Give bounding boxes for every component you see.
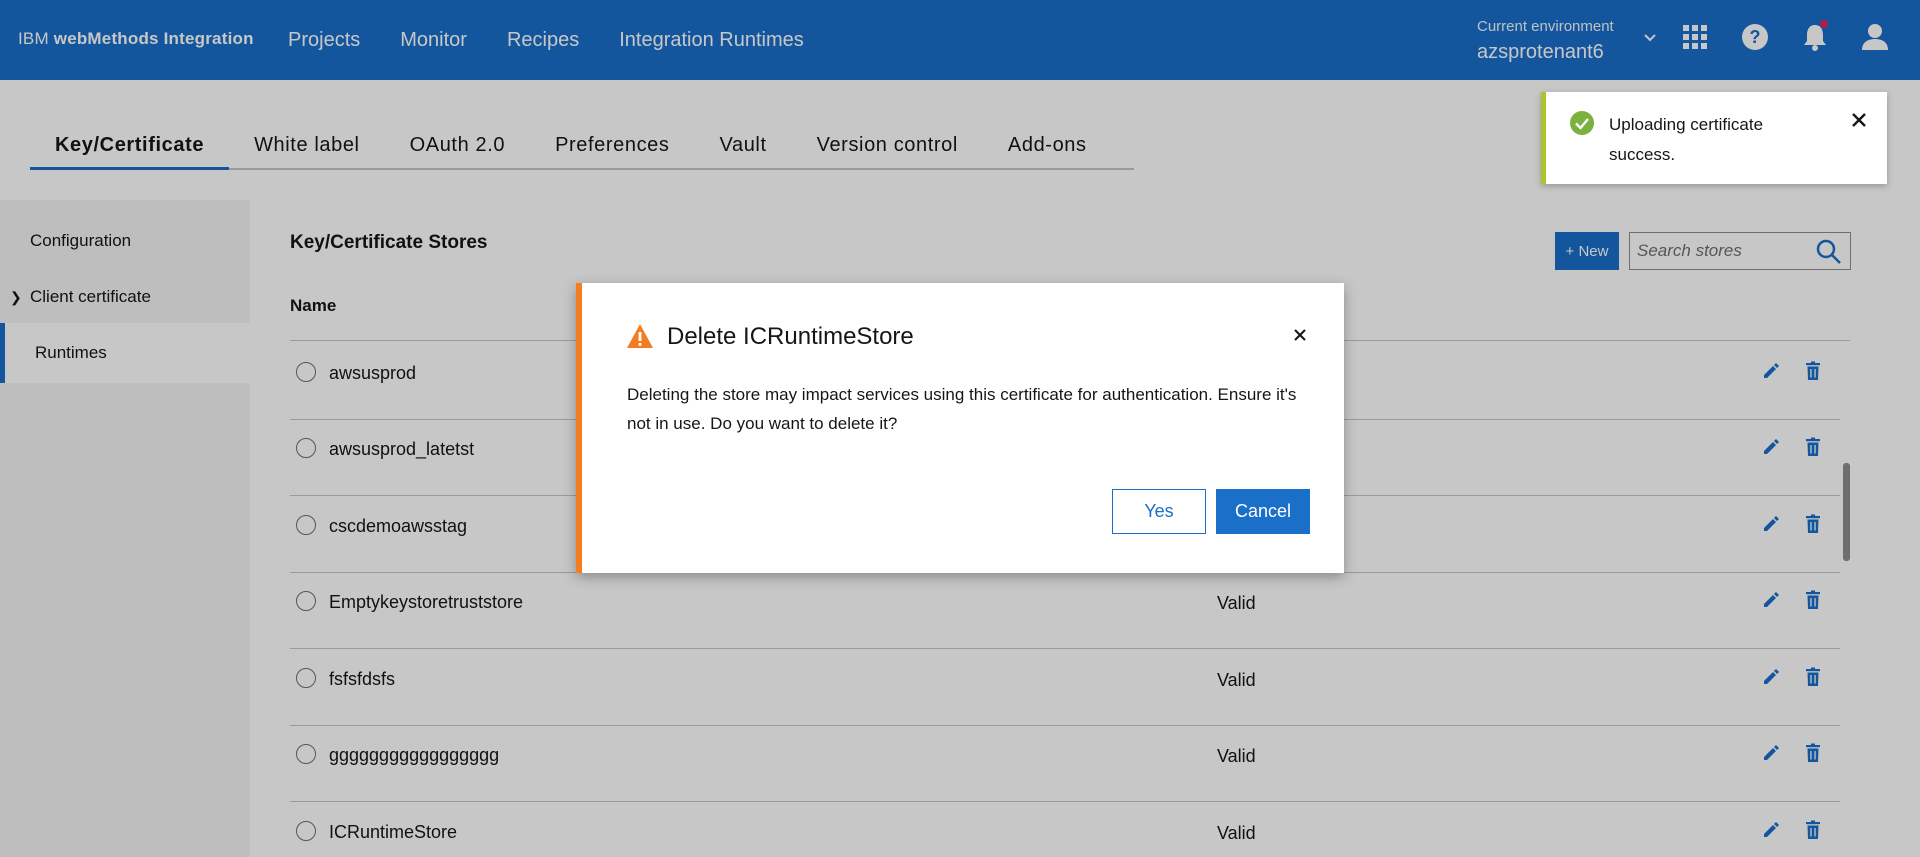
warning-icon — [627, 324, 653, 348]
yes-button[interactable]: Yes — [1112, 489, 1206, 534]
toast-message: Uploading certificate success. — [1609, 115, 1764, 164]
dialog-title: Delete ICRuntimeStore — [667, 323, 914, 350]
close-icon[interactable] — [1292, 327, 1308, 343]
dialog-message: Deleting the store may impact services u… — [627, 385, 1297, 433]
success-toast: Uploading certificate success. — [1541, 92, 1887, 184]
cancel-button[interactable]: Cancel — [1216, 489, 1310, 534]
success-check-icon — [1570, 111, 1594, 135]
close-icon[interactable] — [1851, 112, 1867, 128]
delete-dialog: Delete ICRuntimeStore Deleting the store… — [576, 283, 1344, 573]
